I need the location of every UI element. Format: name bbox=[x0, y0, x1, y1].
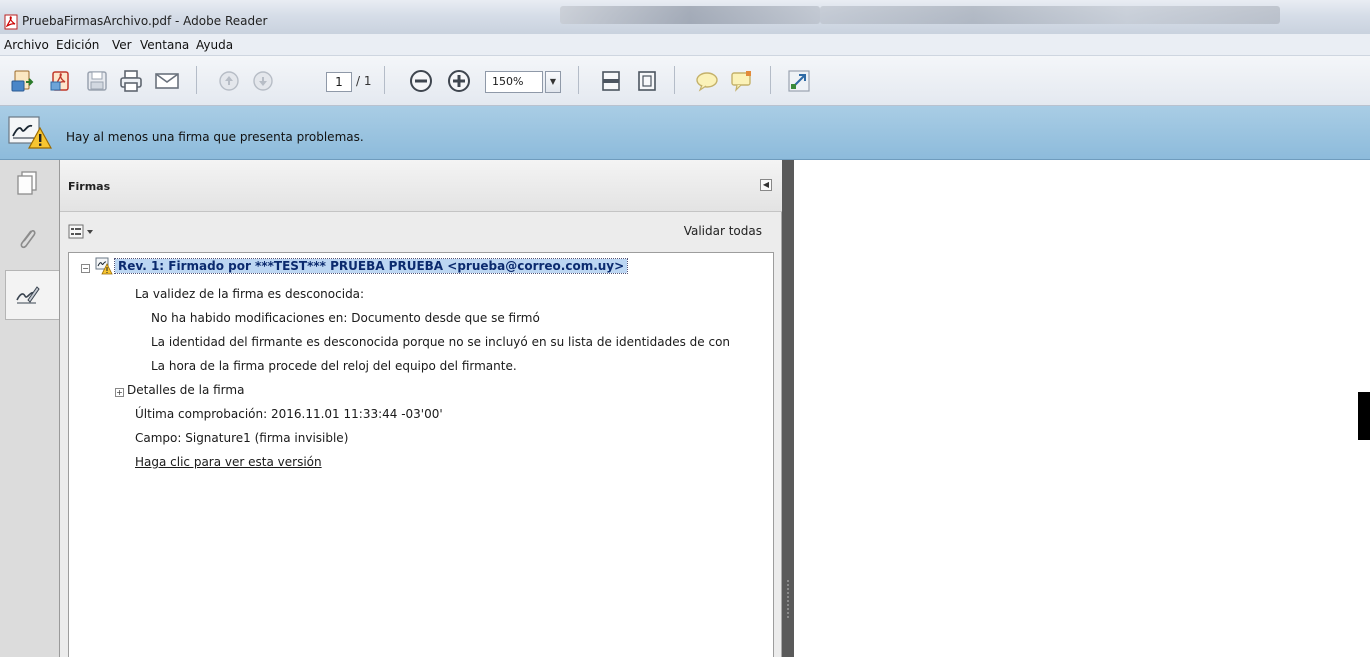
full-screen-icon bbox=[788, 70, 810, 92]
signature-pen-icon bbox=[16, 286, 40, 304]
print-button[interactable] bbox=[116, 66, 146, 96]
signature-revision-item[interactable]: Rev. 1: Firmado por ***TEST*** PRUEBA PR… bbox=[113, 258, 629, 274]
save-icon bbox=[87, 71, 107, 91]
toolbar: 1 / 1 150% ▼ bbox=[0, 56, 1370, 106]
warning-message: Hay al menos una firma que presenta prob… bbox=[66, 130, 364, 144]
collapse-arrow-icon: ◀ bbox=[762, 180, 770, 189]
signatures-panel: Firmas ◀ Validar todas − Rev. 1: Firmado… bbox=[60, 160, 782, 657]
next-page-icon bbox=[253, 71, 273, 91]
comment-icon bbox=[696, 72, 718, 92]
document-content-fragment bbox=[1358, 392, 1370, 440]
signature-field-text: Campo: Signature1 (firma invisible) bbox=[135, 431, 349, 445]
create-pdf-icon bbox=[11, 70, 34, 92]
expand-node-icon[interactable]: + bbox=[115, 388, 124, 397]
blurred-taskbar-region bbox=[820, 6, 1280, 24]
menu-ayuda[interactable]: Ayuda bbox=[196, 38, 233, 52]
panel-splitter[interactable] bbox=[782, 160, 794, 657]
sticky-note-button[interactable] bbox=[726, 66, 756, 96]
view-version-link[interactable]: Haga clic para ver esta versión bbox=[135, 455, 322, 469]
toolbar-separator bbox=[384, 66, 385, 94]
zoom-out-icon bbox=[410, 70, 432, 92]
signatures-panel-title: Firmas bbox=[68, 180, 111, 193]
chevron-down-icon: ▼ bbox=[549, 77, 557, 86]
blurred-taskbar-region bbox=[560, 6, 820, 24]
signature-validity-status: La validez de la firma es desconocida: bbox=[135, 287, 365, 301]
comment-button[interactable] bbox=[692, 66, 722, 96]
window-title: PruebaFirmasArchivo.pdf - Adobe Reader bbox=[22, 14, 268, 28]
zoom-in-button[interactable] bbox=[444, 66, 474, 96]
toolbar-separator bbox=[674, 66, 675, 94]
document-view[interactable] bbox=[794, 160, 1370, 657]
previous-page-button[interactable] bbox=[214, 66, 244, 96]
signature-detail-identity: La identidad del firmante es desconocida… bbox=[151, 335, 731, 349]
fit-page-icon bbox=[638, 71, 656, 91]
options-menu-button[interactable] bbox=[68, 224, 98, 240]
zoom-level-field[interactable]: 150% bbox=[485, 71, 543, 93]
pages-panel-button[interactable] bbox=[10, 166, 44, 200]
signature-tree: − Rev. 1: Firmado por ***TEST*** PRUEBA … bbox=[68, 252, 774, 657]
collapse-node-icon[interactable]: − bbox=[81, 264, 90, 273]
create-pdf-button[interactable] bbox=[8, 66, 38, 96]
validate-all-button[interactable]: Validar todas bbox=[684, 224, 762, 238]
signatures-panel-button[interactable] bbox=[10, 278, 44, 312]
toolbar-separator bbox=[578, 66, 579, 94]
signature-warning-bar: Hay al menos una firma que presenta prob… bbox=[0, 106, 1370, 160]
print-icon bbox=[120, 70, 142, 92]
full-screen-button[interactable] bbox=[784, 66, 814, 96]
pages-icon bbox=[17, 171, 37, 195]
navigation-pane-strip bbox=[0, 160, 60, 657]
email-icon bbox=[155, 73, 179, 89]
title-bar: PruebaFirmasArchivo.pdf - Adobe Reader bbox=[0, 0, 1370, 34]
signature-detail-time: La hora de la firma procede del reloj de… bbox=[151, 359, 517, 373]
toolbar-separator bbox=[770, 66, 771, 94]
menu-ventana[interactable]: Ventana bbox=[140, 38, 189, 52]
last-check-text: Última comprobación: 2016.11.01 11:33:44… bbox=[135, 407, 443, 421]
open-button[interactable] bbox=[46, 66, 76, 96]
splitter-grip[interactable] bbox=[787, 580, 789, 620]
email-button[interactable] bbox=[152, 66, 182, 96]
scroll-mode-icon bbox=[602, 71, 620, 91]
signature-details-node[interactable]: Detalles de la firma bbox=[127, 383, 244, 397]
fit-page-button[interactable] bbox=[632, 66, 662, 96]
toolbar-separator bbox=[196, 66, 197, 94]
zoom-in-icon bbox=[448, 70, 470, 92]
sticky-note-icon bbox=[731, 71, 751, 92]
signatures-panel-toolbar: Validar todas bbox=[60, 212, 782, 248]
previous-page-icon bbox=[219, 71, 239, 91]
save-button[interactable] bbox=[82, 66, 112, 96]
menu-ver[interactable]: Ver bbox=[112, 38, 132, 52]
signature-warning-icon bbox=[95, 257, 113, 275]
menu-bar: Archivo Edición Ver Ventana Ayuda bbox=[0, 34, 1370, 56]
paperclip-icon bbox=[20, 229, 36, 249]
next-page-button[interactable] bbox=[248, 66, 278, 96]
signature-warning-icon bbox=[8, 116, 52, 149]
menu-edicion[interactable]: Edición bbox=[56, 38, 99, 52]
zoom-out-button[interactable] bbox=[406, 66, 436, 96]
signature-detail-modifications: No ha habido modificaciones en: Document… bbox=[151, 311, 540, 325]
menu-archivo[interactable]: Archivo bbox=[4, 38, 49, 52]
scroll-mode-button[interactable] bbox=[596, 66, 626, 96]
adobe-reader-icon bbox=[4, 14, 18, 30]
page-number-input[interactable]: 1 bbox=[326, 72, 352, 92]
open-icon bbox=[50, 71, 69, 91]
page-total: / 1 bbox=[356, 74, 372, 88]
signatures-panel-header: Firmas ◀ bbox=[60, 160, 782, 212]
attachments-panel-button[interactable] bbox=[10, 222, 44, 256]
zoom-dropdown-button[interactable]: ▼ bbox=[545, 71, 561, 93]
panel-collapse-button[interactable]: ◀ bbox=[760, 179, 772, 191]
